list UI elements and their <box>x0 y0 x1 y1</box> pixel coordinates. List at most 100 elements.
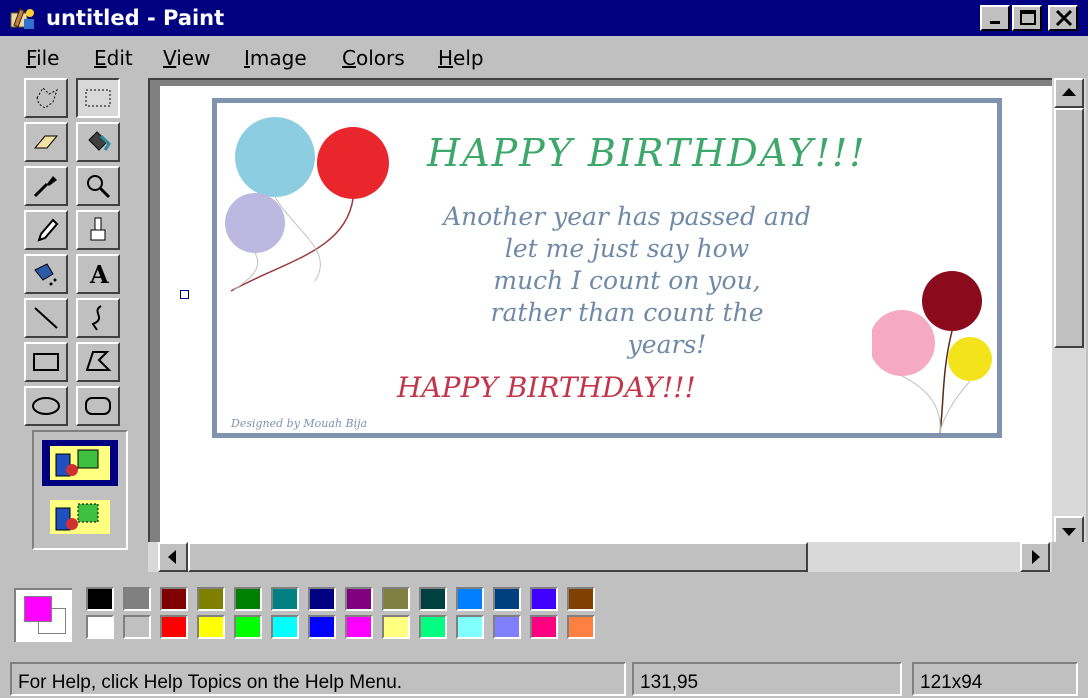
curve-icon <box>91 305 102 331</box>
palette-swatch[interactable] <box>197 587 225 611</box>
rectangle-select-icon <box>85 89 111 107</box>
tool-rounded-rectangle[interactable] <box>76 386 120 426</box>
card-heading: HAPPY BIRTHDAY!!! <box>427 131 867 175</box>
pencil-icon <box>37 218 59 242</box>
paint-bucket-icon <box>88 131 111 151</box>
palette-swatch[interactable] <box>123 587 151 611</box>
tool-pencil[interactable] <box>24 210 68 250</box>
palette-swatch[interactable] <box>567 587 595 611</box>
palette-swatch[interactable] <box>345 587 373 611</box>
palette-swatch[interactable] <box>308 587 336 611</box>
tool-free-form-select[interactable] <box>24 78 68 118</box>
vertical-scrollbar[interactable] <box>1052 78 1086 548</box>
palette-swatch[interactable] <box>456 587 484 611</box>
transparent-option[interactable] <box>42 494 118 540</box>
eyedropper-icon <box>33 176 57 198</box>
rounded-rectangle-icon <box>85 397 111 415</box>
resize-handle[interactable] <box>180 290 189 299</box>
text-icon: A <box>89 260 109 288</box>
line-icon <box>34 307 58 329</box>
rectangle-icon <box>33 353 59 371</box>
minimize-icon <box>990 21 1000 24</box>
tool-curve[interactable] <box>76 298 120 338</box>
menu-file[interactable]: File <box>26 46 59 70</box>
card-credit: Designed by Mouah Bija <box>231 417 368 430</box>
tool-polygon[interactable] <box>76 342 120 382</box>
palette-swatch[interactable] <box>530 615 558 639</box>
drawing-area[interactable]: HAPPY BIRTHDAY!!! Another year has passe… <box>148 78 1060 548</box>
status-cursor-position: 131,95 <box>632 662 902 696</box>
tool-select[interactable] <box>76 78 120 118</box>
magnifier-icon <box>87 175 111 199</box>
palette-swatch[interactable] <box>123 615 151 639</box>
brush-icon <box>90 217 106 241</box>
palette-swatch[interactable] <box>530 587 558 611</box>
tool-ellipse[interactable] <box>24 386 68 426</box>
polygon-icon <box>85 351 112 371</box>
palette-swatch[interactable] <box>86 615 114 639</box>
palette-swatch[interactable] <box>160 587 188 611</box>
tool-line[interactable] <box>24 298 68 338</box>
menu-help[interactable]: Help <box>438 46 484 70</box>
horizontal-scrollbar[interactable] <box>148 542 1052 572</box>
card-message: Another year has passed and let me just … <box>443 202 811 359</box>
current-colors[interactable] <box>14 588 72 642</box>
scroll-left-button[interactable] <box>158 542 188 572</box>
ellipse-icon <box>32 397 60 415</box>
title-bar[interactable]: untitled - Paint <box>0 0 1088 36</box>
palette-swatch[interactable] <box>234 587 262 611</box>
palette-swatch[interactable] <box>419 587 447 611</box>
scrollbar-corner <box>1052 542 1086 572</box>
palette-swatch[interactable] <box>197 615 225 639</box>
menu-image[interactable]: Image <box>244 46 307 70</box>
status-help-text: For Help, click Help Topics on the Help … <box>10 662 626 696</box>
palette-swatch[interactable] <box>493 615 521 639</box>
canvas[interactable]: HAPPY BIRTHDAY!!! Another year has passe… <box>160 86 1060 548</box>
tool-rectangle[interactable] <box>24 342 68 382</box>
vertical-scroll-thumb[interactable] <box>1054 108 1084 348</box>
tool-options <box>32 430 128 550</box>
tool-fill-with-color[interactable] <box>76 122 120 162</box>
arrow-right-icon <box>1032 550 1040 564</box>
tool-pick-color[interactable] <box>24 166 68 206</box>
status-selection-size: 121x94 <box>912 662 1078 696</box>
palette-swatch[interactable] <box>493 587 521 611</box>
opaque-option[interactable] <box>42 440 118 486</box>
palette-swatch[interactable] <box>86 587 114 611</box>
menu-colors[interactable]: Colors <box>342 46 405 70</box>
palette-swatch[interactable] <box>567 615 595 639</box>
airbrush-icon <box>34 263 57 286</box>
palette-swatch[interactable] <box>456 615 484 639</box>
horizontal-scroll-thumb[interactable] <box>188 542 808 572</box>
maximize-button[interactable] <box>1012 5 1042 31</box>
menu-view[interactable]: View <box>163 46 210 70</box>
tool-box: A <box>20 76 130 550</box>
palette-swatch[interactable] <box>419 615 447 639</box>
palette-swatch[interactable] <box>308 615 336 639</box>
tool-text[interactable]: A <box>76 254 120 294</box>
close-icon <box>1055 9 1073 27</box>
card-closing: HAPPY BIRTHDAY!!! <box>397 371 696 404</box>
scroll-right-button[interactable] <box>1020 542 1050 572</box>
palette-swatch[interactable] <box>271 587 299 611</box>
palette-swatch[interactable] <box>234 615 262 639</box>
tool-brush[interactable] <box>76 210 120 250</box>
arrow-down-icon <box>1062 528 1076 536</box>
status-bar: For Help, click Help Topics on the Help … <box>0 660 1088 698</box>
palette-swatch[interactable] <box>271 615 299 639</box>
minimize-button[interactable] <box>980 5 1010 31</box>
arrow-left-icon <box>168 550 176 564</box>
palette-swatch[interactable] <box>382 587 410 611</box>
tool-magnifier[interactable] <box>76 166 120 206</box>
close-button[interactable] <box>1048 5 1078 31</box>
palette-swatch[interactable] <box>382 615 410 639</box>
scroll-up-button[interactable] <box>1054 78 1084 108</box>
palette-swatch[interactable] <box>160 615 188 639</box>
menu-edit[interactable]: Edit <box>94 46 133 70</box>
palette-swatch[interactable] <box>345 615 373 639</box>
tool-eraser[interactable] <box>24 122 68 162</box>
opaque-shapes-icon <box>50 446 110 480</box>
foreground-color-swatch[interactable] <box>24 596 52 622</box>
tool-airbrush[interactable] <box>24 254 68 294</box>
paint-app-icon[interactable] <box>10 5 36 31</box>
